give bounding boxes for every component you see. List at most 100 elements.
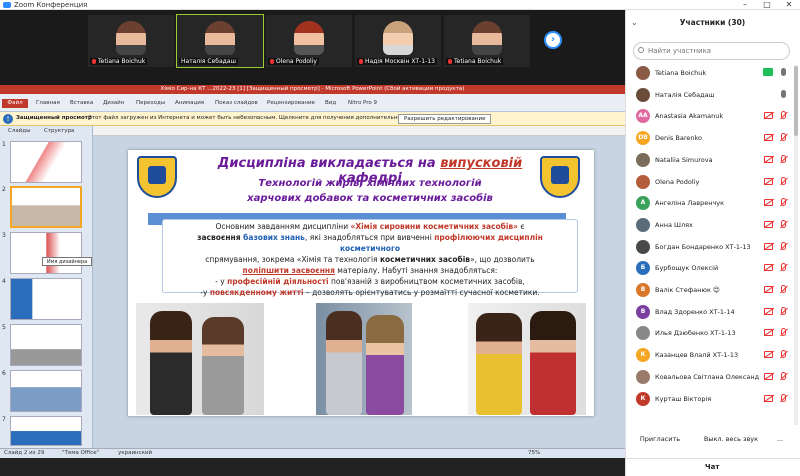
photo-person	[366, 315, 404, 415]
photo-person	[202, 317, 244, 415]
tab-transitions[interactable]: Переходы	[136, 100, 165, 106]
mic-muted-icon	[781, 219, 786, 228]
mute-all-button[interactable]: Выкл. весь звук	[700, 433, 762, 445]
participant-video	[383, 21, 413, 55]
mic-muted-icon	[781, 285, 786, 293]
tab-insert[interactable]: Вставка	[70, 100, 93, 106]
tab-slideshow[interactable]: Показ слайдов	[215, 100, 258, 106]
participant-row[interactable]: DB Denis Barenko	[633, 128, 793, 148]
participant-name: Анна Шлях	[655, 220, 693, 229]
participant-row[interactable]: К Курташ Вікторія	[633, 389, 793, 409]
participant-row[interactable]: Tetiana Boichuk	[633, 63, 793, 83]
ppt-ribbon: Файл Главная Вставка Дизайн Переходы Ани…	[0, 94, 625, 112]
scrollbar-thumb[interactable]	[794, 66, 798, 136]
photo-person	[150, 311, 192, 415]
slide-body-text: Основним завданням дисципліни «Хімія сир…	[162, 219, 578, 297]
participant-name: Denis Barenko	[655, 134, 702, 143]
mic-muted-icon	[781, 241, 786, 250]
participant-row[interactable]: Наталія Себадаш	[633, 85, 793, 105]
ppt-titlebar: Хіміо Сир-на КТ ...2022-23 [1] [Защищенн…	[0, 85, 625, 94]
slide-photo-3	[468, 303, 586, 415]
participant-row[interactable]: Nataliia Simurova	[633, 150, 793, 170]
participant-row[interactable]: Olena Podoliy	[633, 172, 793, 192]
participant-name: Tetiana Boichuk	[655, 69, 707, 77]
tile-name: Olena Podoliy	[276, 58, 317, 65]
avatar: A	[636, 196, 650, 211]
participant-video	[472, 21, 502, 55]
participant-row[interactable]: В Влад Здоренко ХТ-1-14	[633, 302, 793, 322]
participant-name: Валік Стефанюк 😊	[655, 286, 720, 294]
participant-search-input[interactable]	[633, 42, 790, 60]
status-theme: "Тема Office"	[62, 450, 100, 456]
invite-button[interactable]: Пригласить	[638, 433, 682, 445]
enable-editing-button[interactable]: Разрешить редактирование	[398, 114, 492, 124]
slide-thumbnail[interactable]	[10, 232, 82, 274]
mic-muted-icon	[92, 59, 96, 64]
video-off-icon	[764, 112, 773, 120]
zoom-level[interactable]: 75%	[528, 450, 540, 456]
participant-row[interactable]: К Казанцев Влалй ХТ-1-13	[633, 345, 793, 365]
slide-photo-1	[136, 303, 264, 415]
video-off-icon	[764, 264, 773, 272]
participant-row[interactable]: AA Anastasia Akamanuk	[633, 106, 793, 126]
warning-text[interactable]: Этот файл загружен из Интернета и может …	[88, 115, 436, 121]
avatar: К	[636, 391, 650, 406]
avatar: AA	[636, 109, 650, 124]
video-off-icon	[764, 307, 773, 315]
video-tile[interactable]: Olena Podoliy	[266, 15, 352, 67]
mic-muted-icon	[781, 263, 786, 272]
minimize-button[interactable]: –	[738, 0, 752, 9]
slide-thumbnail[interactable]	[10, 416, 82, 446]
tab-outline[interactable]: Структура	[44, 128, 74, 134]
avatar	[636, 152, 650, 167]
tab-view[interactable]: Вид	[325, 100, 336, 106]
video-tile[interactable]: Tetiana Boichuk	[444, 15, 530, 67]
ppt-statusbar: Слайд 2 из 29 "Тема Office" украинский 7…	[0, 448, 625, 458]
video-tile[interactable]: Надія Москвін ХТ-1-13	[355, 15, 441, 67]
participant-row[interactable]: A Ангеліна Лавренчук	[633, 193, 793, 213]
more-options-button[interactable]: ...	[772, 433, 788, 445]
tab-nitro[interactable]: Nitro Pro 9	[348, 100, 377, 106]
ruler	[93, 126, 625, 136]
participant-row[interactable]: Анна Шлях	[633, 215, 793, 235]
chat-section[interactable]: Чат	[625, 458, 800, 476]
tab-animation[interactable]: Анимация	[175, 100, 204, 106]
slide-thumbnail[interactable]	[10, 370, 82, 412]
tile-name: Надія Москвін ХТ-1-13	[365, 58, 435, 65]
window-title: Zoom Конференция	[14, 1, 88, 9]
video-off-icon	[764, 242, 773, 250]
video-tile[interactable]: Tetiana Boichuk	[88, 15, 174, 67]
slide-thumbnail[interactable]	[10, 141, 82, 183]
participant-row[interactable]: В Валік Стефанюк 😊	[633, 280, 793, 300]
maximize-button[interactable]: □	[760, 0, 774, 9]
file-tab[interactable]: Файл	[2, 99, 28, 108]
avatar: Б	[636, 261, 650, 276]
slide-thumbnail[interactable]	[10, 324, 82, 366]
tab-design[interactable]: Дизайн	[103, 100, 124, 106]
participant-row[interactable]: Б Бурбощук Олексій	[633, 258, 793, 278]
mic-muted-icon	[359, 59, 363, 64]
participant-name: Наталія Себадаш	[655, 90, 715, 99]
video-tile-active-speaker[interactable]: Наталія Себадаш	[176, 14, 264, 68]
tooltip: Имя дизайнера	[42, 257, 92, 266]
slide-thumbnail[interactable]	[10, 278, 82, 320]
tab-review[interactable]: Рецензирование	[267, 100, 315, 106]
avatar	[636, 217, 650, 232]
mic-muted-icon	[781, 328, 786, 337]
participant-row[interactable]: Богдан Бондаренко ХТ-1-13	[633, 237, 793, 257]
slide-thumbnail-selected[interactable]	[10, 186, 82, 228]
close-button[interactable]: ✕	[782, 0, 796, 9]
slide-number: 1	[2, 141, 6, 148]
mic-on-icon	[781, 89, 786, 98]
participants-header: Участники (30)	[679, 18, 746, 27]
avatar	[636, 174, 650, 189]
participant-name: Ковальова Світлана Олександ...	[655, 372, 759, 381]
video-off-icon	[764, 394, 773, 402]
slide-number: 7	[2, 416, 6, 423]
tab-home[interactable]: Главная	[36, 100, 60, 106]
participant-row[interactable]: Ковальова Світлана Олександ...	[633, 367, 793, 387]
tab-slides[interactable]: Слайды	[8, 128, 30, 134]
participant-row[interactable]: Илья Дзюбенко ХТ-1-13	[633, 323, 793, 343]
slide-number: 2	[2, 186, 6, 193]
chevron-right-icon[interactable]: ›	[544, 31, 562, 49]
